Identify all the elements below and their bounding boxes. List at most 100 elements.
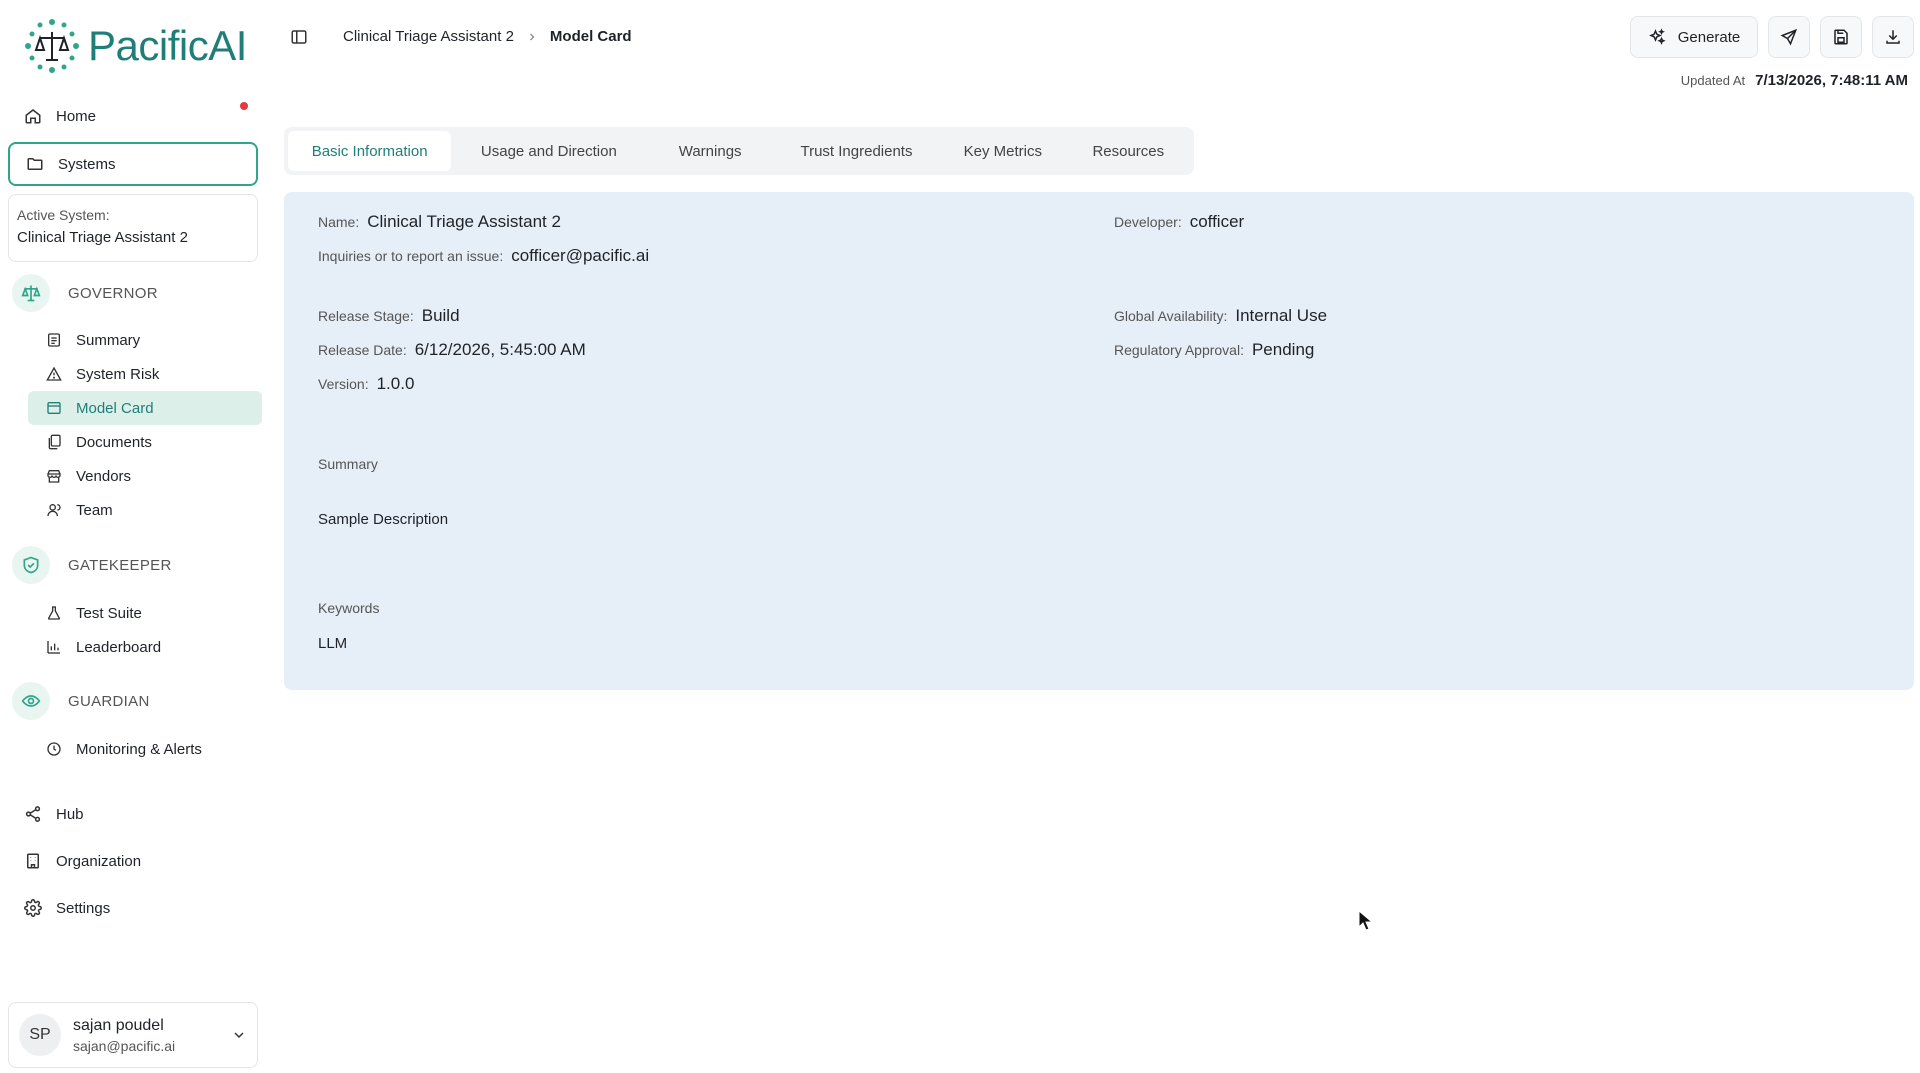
gear-icon <box>24 899 42 917</box>
sidebar-item-label: Team <box>76 501 113 519</box>
eye-scan-icon <box>21 695 41 707</box>
send-button[interactable] <box>1768 16 1810 58</box>
nav-home-label: Home <box>56 107 97 125</box>
sidebar-item-label: Leaderboard <box>76 638 162 656</box>
sidebar-item-team[interactable]: Team <box>28 493 262 527</box>
nav-hub[interactable]: Hub <box>8 794 258 834</box>
generate-button[interactable]: Generate <box>1630 16 1758 58</box>
building-icon <box>27 853 39 869</box>
sidebar-item-label: System Risk <box>76 365 160 383</box>
nav-home[interactable]: Home <box>8 96 258 136</box>
mouse-cursor-icon <box>1358 910 1374 931</box>
tab-trust-ingredients[interactable]: Trust Ingredients <box>774 131 939 171</box>
warning-triangle-icon <box>46 366 62 381</box>
tab-usage-and-direction[interactable]: Usage and Direction <box>451 131 646 171</box>
nav-hub-label: Hub <box>56 805 84 823</box>
updated-at-label: Updated At <box>1680 73 1746 88</box>
generate-button-label: Generate <box>1677 28 1741 46</box>
active-system-card: Active System: Clinical Triage Assistant… <box>8 194 258 262</box>
name-label: Name: <box>318 214 360 230</box>
user-info: sajan poudel sajan@pacific.ai <box>73 1017 219 1054</box>
keywords-value: LLM <box>318 635 348 652</box>
updated-at-value: 7/13/2026, 7:48:11 AM <box>1755 72 1908 89</box>
global-availability-value: Internal Use <box>1235 306 1328 325</box>
sidebar-item-model-card[interactable]: Model Card <box>28 391 262 425</box>
share-nodes-icon <box>25 806 41 822</box>
sidebar-item-leaderboard[interactable]: Leaderboard <box>28 630 262 664</box>
brand-name: Pacific <box>88 22 209 69</box>
documents-icon <box>48 434 61 450</box>
tab-basic-information[interactable]: Basic Information <box>288 131 452 171</box>
scale-icon <box>21 285 41 302</box>
card-icon <box>47 402 61 414</box>
nav-systems-label: Systems <box>58 155 116 173</box>
field-name: Name: Clinical Triage Assistant 2 <box>318 212 561 232</box>
sidebar-item-vendors[interactable]: Vendors <box>28 459 262 493</box>
send-icon <box>1780 28 1798 46</box>
inquiries-value: cofficer@pacific.ai <box>511 246 650 265</box>
nav-settings[interactable]: Settings <box>8 888 258 928</box>
sidebar-item-test-suite[interactable]: Test Suite <box>28 596 262 630</box>
sidebar-item-system-risk[interactable]: System Risk <box>28 357 262 391</box>
governor-badge <box>12 274 50 312</box>
field-developer: Developer: cofficer <box>1114 212 1244 232</box>
notification-dot <box>240 102 248 110</box>
download-icon <box>1886 30 1900 44</box>
chevron-down-icon <box>234 1032 244 1039</box>
avatar: SP <box>19 1014 61 1056</box>
home-icon <box>25 109 41 124</box>
field-global-availability: Global Availability: Internal Use <box>1114 306 1327 326</box>
user-icon <box>47 504 61 517</box>
regulatory-approval-label: Regulatory Approval: <box>1114 342 1244 358</box>
breadcrumb: Clinical Triage Assistant 2 Model Card <box>343 28 632 45</box>
tab-warnings[interactable]: Warnings <box>646 131 773 171</box>
developer-value: cofficer <box>1189 212 1245 231</box>
gatekeeper-badge <box>12 546 50 584</box>
sidebar-item-label: Documents <box>76 433 152 451</box>
field-regulatory-approval: Regulatory Approval: Pending <box>1114 340 1314 360</box>
sidebar-item-label: Model Card <box>76 399 154 417</box>
nav-organization[interactable]: Organization <box>8 841 258 881</box>
active-system-value: Clinical Triage Assistant 2 <box>17 229 188 246</box>
model-card-tabs: Basic Information Usage and Direction Wa… <box>284 127 1194 175</box>
field-release-stage: Release Stage: Build <box>318 306 460 326</box>
release-stage-value: Build <box>421 306 460 325</box>
section-governor: GOVERNOR <box>12 274 158 312</box>
store-icon <box>47 470 61 483</box>
release-stage-label: Release Stage: <box>318 308 414 324</box>
sidebar-toggle-icon[interactable] <box>290 28 308 46</box>
updated-at: Updated At 7/13/2026, 7:48:11 AM <box>1681 72 1908 89</box>
sidebar: PacificAI Home Systems Active System: Cl… <box>0 0 264 1073</box>
clock-icon <box>47 742 61 756</box>
guardian-badge <box>12 682 50 720</box>
save-icon <box>1834 29 1848 45</box>
logo[interactable]: PacificAI <box>24 18 247 74</box>
user-email: sajan@pacific.ai <box>73 1037 176 1054</box>
sidebar-item-documents[interactable]: Documents <box>28 425 262 459</box>
sparkles-icon <box>1648 28 1666 45</box>
nav-systems[interactable]: Systems <box>8 142 258 186</box>
download-button[interactable] <box>1872 16 1914 58</box>
sidebar-item-label: Test Suite <box>76 604 142 622</box>
save-button[interactable] <box>1820 16 1862 58</box>
sidebar-item-monitoring-alerts[interactable]: Monitoring & Alerts <box>28 732 262 766</box>
brand-suffix: AI <box>208 22 247 69</box>
tab-key-metrics[interactable]: Key Metrics <box>939 131 1066 171</box>
sidebar-item-summary[interactable]: Summary <box>28 323 262 357</box>
breadcrumb-current: Model Card <box>549 28 632 45</box>
pacific-ai-logo-icon <box>25 19 79 73</box>
breadcrumb-system[interactable]: Clinical Triage Assistant 2 <box>343 28 514 45</box>
summary-label: Summary <box>318 456 378 472</box>
bar-chart-icon <box>47 641 60 654</box>
field-version: Version: 1.0.0 <box>318 374 414 394</box>
nav-organization-label: Organization <box>56 852 142 870</box>
section-guardian: GUARDIAN <box>12 682 150 720</box>
user-name: sajan poudel <box>73 1016 164 1034</box>
shield-check-icon <box>23 556 39 574</box>
version-value: 1.0.0 <box>376 374 415 393</box>
release-date-value: 6/12/2026, 5:45:00 AM <box>414 340 586 359</box>
version-label: Version: <box>318 376 369 392</box>
developer-label: Developer: <box>1114 214 1182 230</box>
user-menu[interactable]: SP sajan poudel sajan@pacific.ai <box>8 1002 258 1068</box>
tab-resources[interactable]: Resources <box>1067 131 1190 171</box>
